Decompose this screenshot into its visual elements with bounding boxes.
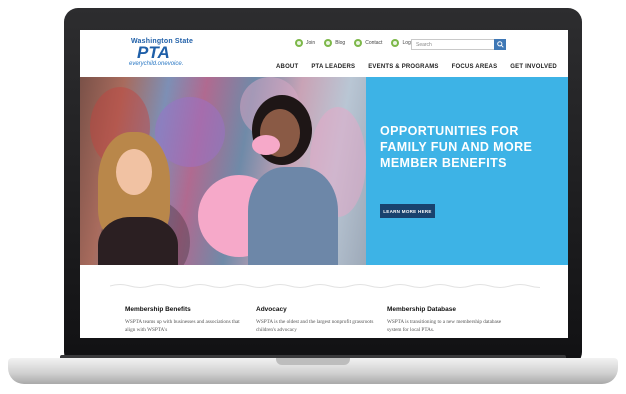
column-membership-benefits: Membership Benefits WSPTA teams up with … — [125, 306, 243, 334]
nav-pta-leaders[interactable]: PTA LEADERS — [311, 64, 355, 70]
column-title[interactable]: Advocacy — [256, 306, 374, 313]
utility-contact-label: Contact — [365, 40, 383, 46]
learn-more-button[interactable]: LEARN MORE HERE — [380, 204, 435, 218]
person-right-jacket — [248, 167, 338, 265]
hero-panel: OPPORTUNITIES FOR FAMILY FUN AND MORE ME… — [366, 77, 568, 265]
utility-join-label: Join — [306, 40, 316, 46]
nav-focus-areas[interactable]: FOCUS AREAS — [452, 64, 498, 70]
column-advocacy: Advocacy WSPTA is the oldest and the lar… — [256, 306, 374, 334]
column-title[interactable]: Membership Database — [387, 306, 505, 313]
contact-icon — [354, 39, 363, 47]
hero-banner: OPPORTUNITIES FOR FAMILY FUN AND MORE ME… — [80, 77, 568, 265]
nav-events-programs[interactable]: EVENTS & PROGRAMS — [368, 64, 438, 70]
utility-blog-label: Blog — [335, 40, 346, 46]
search-button[interactable] — [494, 39, 506, 50]
logo-mark: PTA — [137, 43, 170, 62]
column-text: WSPTA is the oldest and the largest nonp… — [256, 319, 374, 333]
search-icon — [496, 41, 504, 48]
login-icon — [391, 39, 400, 47]
laptop-notch — [276, 358, 350, 365]
nav-get-involved[interactable]: GET INVOLVED — [510, 64, 557, 70]
utility-nav: Join Blog Contact Log In — [295, 39, 416, 47]
column-text: WSPTA teams up with businesses and assoc… — [125, 319, 240, 333]
person-left-shirt — [98, 217, 178, 265]
utility-blog[interactable]: Blog — [324, 39, 345, 47]
column-title[interactable]: Membership Benefits — [125, 306, 243, 313]
utility-join[interactable]: Join — [295, 39, 315, 47]
site-logo[interactable]: Washington State PTA everychild.onevoice… — [127, 38, 227, 67]
laptop-screen: Washington State PTA everychild.onevoice… — [80, 30, 568, 338]
logo-tagline: everychild.onevoice. — [129, 61, 184, 67]
column-text: WSPTA is transitioning to a new membersh… — [387, 319, 502, 333]
join-icon — [295, 39, 303, 47]
utility-contact[interactable]: Contact — [354, 39, 382, 47]
main-nav: ABOUT PTA LEADERS EVENTS & PROGRAMS FOCU… — [276, 64, 557, 70]
search-input[interactable]: Search — [411, 39, 495, 50]
person-left-face — [116, 149, 152, 195]
hero-photo — [80, 77, 366, 265]
nav-about[interactable]: ABOUT — [276, 64, 298, 70]
column-membership-database: Membership Database WSPTA is transitioni… — [387, 306, 505, 334]
hero-headline: OPPORTUNITIES FOR FAMILY FUN AND MORE ME… — [380, 124, 533, 170]
wave-divider — [110, 284, 540, 288]
laptop-base — [8, 358, 618, 384]
blog-icon — [324, 39, 333, 47]
